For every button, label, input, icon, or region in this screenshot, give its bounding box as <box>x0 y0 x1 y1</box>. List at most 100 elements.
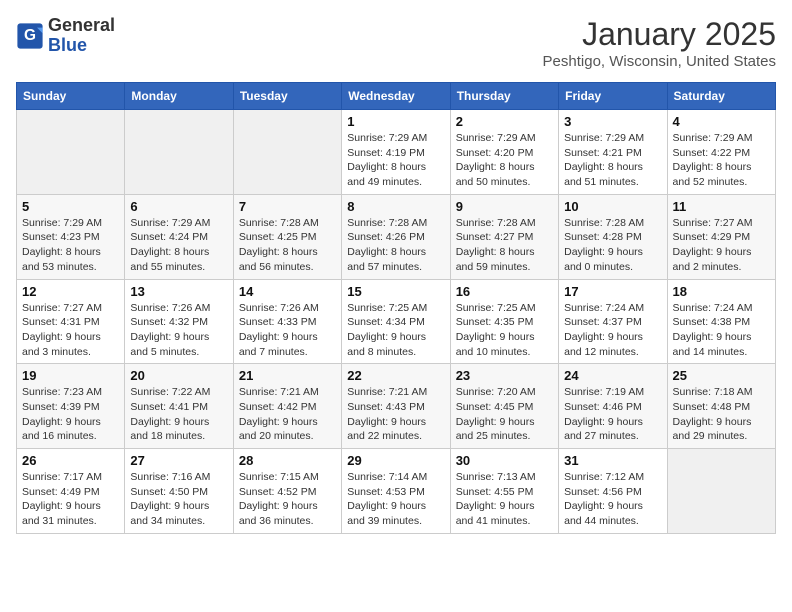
calendar-cell: 17Sunrise: 7:24 AMSunset: 4:37 PMDayligh… <box>559 279 667 364</box>
calendar-cell: 6 Sunrise: 7:29 AMSunset: 4:24 PMDaylight… <box>125 194 233 279</box>
weekday-header-tuesday: Tuesday <box>233 83 341 110</box>
svg-text:G: G <box>24 27 36 44</box>
day-info: Sunrise: 7:28 AMSunset: 4:27 PMDaylight:… <box>456 216 553 275</box>
day-number: 23 <box>456 368 553 383</box>
week-row-4: 19 Sunrise: 7:23 AMSunset: 4:39 PMDayligh… <box>17 364 776 449</box>
day-info: Sunrise: 7:16 AMSunset: 4:50 PMDaylight:… <box>130 470 227 529</box>
week-row-3: 12Sunrise: 7:27 AMSunset: 4:31 PMDayligh… <box>17 279 776 364</box>
calendar-table: SundayMondayTuesdayWednesdayThursdayFrid… <box>16 82 776 534</box>
weekday-header-sunday: Sunday <box>17 83 125 110</box>
calendar-cell: 19 Sunrise: 7:23 AMSunset: 4:39 PMDayligh… <box>17 364 125 449</box>
calendar-cell: 2 Sunrise: 7:29 AMSunset: 4:20 PMDaylight… <box>450 110 558 195</box>
day-info: Sunrise: 7:17 AMSunset: 4:49 PMDaylight:… <box>22 470 119 529</box>
calendar-cell: 26Sunrise: 7:17 AMSunset: 4:49 PMDayligh… <box>17 449 125 534</box>
day-info: Sunrise: 7:28 AMSunset: 4:26 PMDaylight:… <box>347 216 444 275</box>
calendar-cell: 14 Sunrise: 7:26 AMSunset: 4:33 PMDayligh… <box>233 279 341 364</box>
day-info: Sunrise: 7:15 AMSunset: 4:52 PMDaylight:… <box>239 470 336 529</box>
day-number: 3 <box>564 114 661 129</box>
day-info: Sunrise: 7:18 AMSunset: 4:48 PMDaylight:… <box>673 385 770 444</box>
weekday-header-monday: Monday <box>125 83 233 110</box>
day-number: 18 <box>673 284 770 299</box>
calendar-cell: 31 Sunrise: 7:12 AMSunset: 4:56 PMDayligh… <box>559 449 667 534</box>
day-info: Sunrise: 7:25 AMSunset: 4:35 PMDaylight:… <box>456 301 553 360</box>
day-info: Sunrise: 7:13 AMSunset: 4:55 PMDaylight:… <box>456 470 553 529</box>
day-number: 29 <box>347 453 444 468</box>
day-info: Sunrise: 7:28 AMSunset: 4:28 PMDaylight:… <box>564 216 661 275</box>
day-info: Sunrise: 7:19 AMSunset: 4:46 PMDaylight:… <box>564 385 661 444</box>
day-number: 2 <box>456 114 553 129</box>
day-number: 8 <box>347 199 444 214</box>
week-row-5: 26Sunrise: 7:17 AMSunset: 4:49 PMDayligh… <box>17 449 776 534</box>
day-number: 19 <box>22 368 119 383</box>
calendar-cell: 13 Sunrise: 7:26 AMSunset: 4:32 PMDayligh… <box>125 279 233 364</box>
calendar-cell: 3Sunrise: 7:29 AMSunset: 4:21 PMDaylight… <box>559 110 667 195</box>
calendar-cell <box>233 110 341 195</box>
day-number: 10 <box>564 199 661 214</box>
day-info: Sunrise: 7:28 AMSunset: 4:25 PMDaylight:… <box>239 216 336 275</box>
day-info: Sunrise: 7:26 AMSunset: 4:33 PMDaylight:… <box>239 301 336 360</box>
weekday-header-row: SundayMondayTuesdayWednesdayThursdayFrid… <box>17 83 776 110</box>
location: Peshtigo, Wisconsin, United States <box>543 53 776 70</box>
day-info: Sunrise: 7:21 AMSunset: 4:43 PMDaylight:… <box>347 385 444 444</box>
month-title: January 2025 <box>543 16 776 53</box>
day-info: Sunrise: 7:20 AMSunset: 4:45 PMDaylight:… <box>456 385 553 444</box>
day-number: 22 <box>347 368 444 383</box>
week-row-1: 1 Sunrise: 7:29 AMSunset: 4:19 PMDaylight… <box>17 110 776 195</box>
calendar-cell: 30Sunrise: 7:13 AMSunset: 4:55 PMDayligh… <box>450 449 558 534</box>
day-number: 6 <box>130 199 227 214</box>
day-number: 24 <box>564 368 661 383</box>
day-info: Sunrise: 7:14 AMSunset: 4:53 PMDaylight:… <box>347 470 444 529</box>
day-info: Sunrise: 7:12 AMSunset: 4:56 PMDaylight:… <box>564 470 661 529</box>
logo-text: General Blue <box>48 16 115 56</box>
day-info: Sunrise: 7:29 AMSunset: 4:20 PMDaylight:… <box>456 131 553 190</box>
calendar-cell: 7 Sunrise: 7:28 AMSunset: 4:25 PMDaylight… <box>233 194 341 279</box>
calendar-cell: 15 Sunrise: 7:25 AMSunset: 4:34 PMDayligh… <box>342 279 450 364</box>
day-info: Sunrise: 7:26 AMSunset: 4:32 PMDaylight:… <box>130 301 227 360</box>
day-info: Sunrise: 7:29 AMSunset: 4:24 PMDaylight:… <box>130 216 227 275</box>
day-info: Sunrise: 7:23 AMSunset: 4:39 PMDaylight:… <box>22 385 119 444</box>
day-number: 14 <box>239 284 336 299</box>
day-info: Sunrise: 7:29 AMSunset: 4:22 PMDaylight:… <box>673 131 770 190</box>
day-number: 13 <box>130 284 227 299</box>
calendar-cell: 1 Sunrise: 7:29 AMSunset: 4:19 PMDaylight… <box>342 110 450 195</box>
logo-blue: Blue <box>48 36 115 56</box>
calendar-cell: 28 Sunrise: 7:15 AMSunset: 4:52 PMDayligh… <box>233 449 341 534</box>
calendar-cell: 29 Sunrise: 7:14 AMSunset: 4:53 PMDayligh… <box>342 449 450 534</box>
calendar-cell: 8 Sunrise: 7:28 AMSunset: 4:26 PMDaylight… <box>342 194 450 279</box>
weekday-header-friday: Friday <box>559 83 667 110</box>
day-number: 4 <box>673 114 770 129</box>
day-info: Sunrise: 7:29 AMSunset: 4:23 PMDaylight:… <box>22 216 119 275</box>
day-number: 25 <box>673 368 770 383</box>
logo: G General Blue <box>16 16 115 56</box>
calendar-cell: 5Sunrise: 7:29 AMSunset: 4:23 PMDaylight… <box>17 194 125 279</box>
day-number: 28 <box>239 453 336 468</box>
calendar-cell: 20Sunrise: 7:22 AMSunset: 4:41 PMDayligh… <box>125 364 233 449</box>
day-number: 31 <box>564 453 661 468</box>
logo-general: General <box>48 16 115 36</box>
day-info: Sunrise: 7:27 AMSunset: 4:31 PMDaylight:… <box>22 301 119 360</box>
day-info: Sunrise: 7:21 AMSunset: 4:42 PMDaylight:… <box>239 385 336 444</box>
day-number: 15 <box>347 284 444 299</box>
calendar-cell: 12Sunrise: 7:27 AMSunset: 4:31 PMDayligh… <box>17 279 125 364</box>
calendar-cell <box>667 449 775 534</box>
day-info: Sunrise: 7:24 AMSunset: 4:38 PMDaylight:… <box>673 301 770 360</box>
day-number: 20 <box>130 368 227 383</box>
calendar-cell: 21Sunrise: 7:21 AMSunset: 4:42 PMDayligh… <box>233 364 341 449</box>
day-info: Sunrise: 7:25 AMSunset: 4:34 PMDaylight:… <box>347 301 444 360</box>
day-info: Sunrise: 7:27 AMSunset: 4:29 PMDaylight:… <box>673 216 770 275</box>
day-number: 1 <box>347 114 444 129</box>
day-number: 11 <box>673 199 770 214</box>
weekday-header-thursday: Thursday <box>450 83 558 110</box>
calendar-cell: 22 Sunrise: 7:21 AMSunset: 4:43 PMDayligh… <box>342 364 450 449</box>
day-number: 17 <box>564 284 661 299</box>
calendar-cell: 11 Sunrise: 7:27 AMSunset: 4:29 PMDayligh… <box>667 194 775 279</box>
week-row-2: 5Sunrise: 7:29 AMSunset: 4:23 PMDaylight… <box>17 194 776 279</box>
calendar-cell: 18 Sunrise: 7:24 AMSunset: 4:38 PMDayligh… <box>667 279 775 364</box>
calendar-cell <box>125 110 233 195</box>
calendar-cell: 24 Sunrise: 7:19 AMSunset: 4:46 PMDayligh… <box>559 364 667 449</box>
day-number: 7 <box>239 199 336 214</box>
day-info: Sunrise: 7:29 AMSunset: 4:19 PMDaylight:… <box>347 131 444 190</box>
calendar-cell: 27Sunrise: 7:16 AMSunset: 4:50 PMDayligh… <box>125 449 233 534</box>
calendar-cell: 23 Sunrise: 7:20 AMSunset: 4:45 PMDayligh… <box>450 364 558 449</box>
day-number: 16 <box>456 284 553 299</box>
